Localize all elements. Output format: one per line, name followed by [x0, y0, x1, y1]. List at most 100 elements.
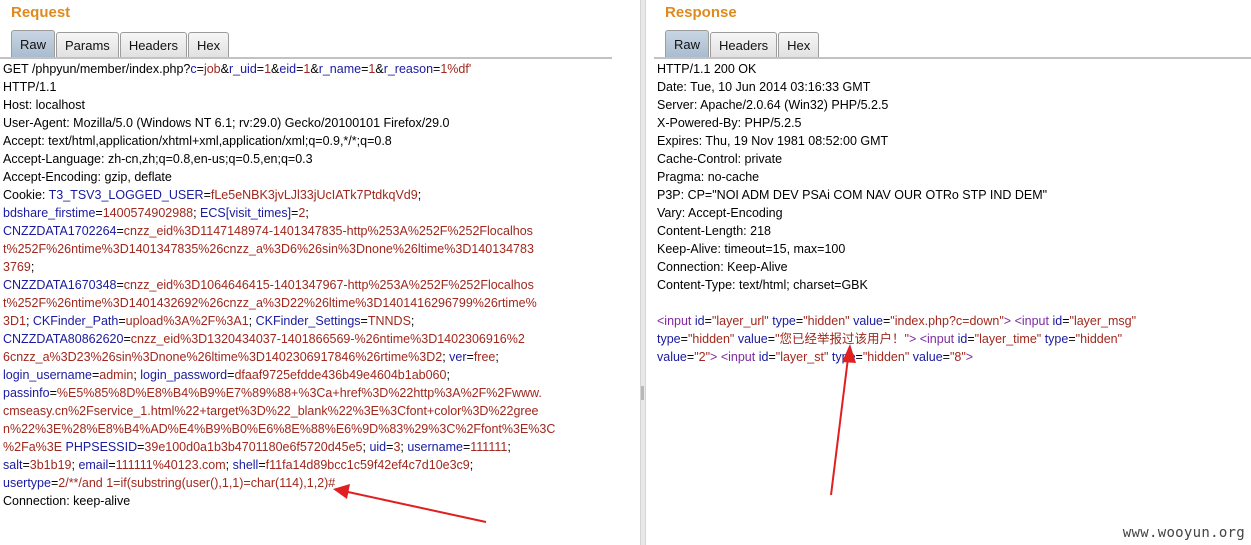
response-tab-underline — [654, 57, 1251, 59]
splitter-bar[interactable] — [640, 0, 646, 545]
request-token: cnzz_eid%3D1147148974-1401347835-http%25… — [123, 224, 533, 238]
response-tab-raw[interactable]: Raw — [665, 30, 710, 57]
request-token: r_reason — [383, 62, 434, 76]
response-line: Connection: Keep-Alive — [657, 258, 1136, 276]
response-token: "8" — [949, 350, 966, 364]
request-token: f11fa14d89bcc1c59f42ef4c7d10e3c9 — [265, 458, 470, 472]
response-token: type — [772, 314, 796, 328]
request-token: = — [123, 332, 131, 346]
request-token: %E5%85%8D%E8%B4%B9%E7%89%88+%3Ca+href%3D… — [56, 386, 542, 400]
response-token: "hidden" — [862, 350, 910, 364]
response-line: Vary: Accept-Encoding — [657, 204, 1136, 222]
request-token: ; — [193, 206, 201, 220]
request-token: upload%3A%2F%3A1 — [125, 314, 249, 328]
response-token: id — [957, 332, 968, 346]
request-token: TNNDS — [367, 314, 411, 328]
response-token: = — [1062, 314, 1070, 328]
response-line: Server: Apache/2.0.64 (Win32) PHP/5.2.5 — [657, 96, 1136, 114]
request-token: = — [116, 224, 124, 238]
request-token: Host: localhost — [3, 98, 85, 112]
response-token: <input — [919, 332, 955, 346]
request-token: r_name — [318, 62, 362, 76]
request-token: job — [203, 62, 221, 76]
response-token: value — [657, 350, 687, 364]
request-tab-raw[interactable]: Raw — [11, 30, 56, 57]
request-token: = — [95, 206, 103, 220]
response-token: Content-Type: text/html; charset=GBK — [657, 278, 868, 292]
request-token: 1%df' — [440, 62, 472, 76]
request-token: CKFinder_Settings — [255, 314, 361, 328]
pane-splitter[interactable] — [612, 0, 654, 545]
response-line: Keep-Alive: timeout=15, max=100 — [657, 240, 1136, 258]
response-token: "您已经举报过该用户！" — [775, 332, 909, 346]
request-token: usertype — [3, 476, 51, 490]
response-token: = — [967, 332, 975, 346]
response-pane: Response Raw Headers Hex HTTP/1.1 200 OK… — [654, 0, 1251, 545]
response-token: "hidden" — [1075, 332, 1123, 346]
response-token: Pragma: no-cache — [657, 170, 760, 184]
request-token: 39e100d0a1b3b4701180e6f5720d45e5 — [144, 440, 363, 454]
response-token: > — [1003, 314, 1012, 328]
request-line: CNZZDATA1702264=cnzz_eid%3D1147148974-14… — [3, 222, 555, 240]
request-token: CNZZDATA1670348 — [3, 278, 117, 292]
request-token: Cookie: — [3, 188, 49, 202]
request-token: eid — [279, 62, 297, 76]
request-token: = — [258, 458, 266, 472]
response-line: X-Powered-By: PHP/5.2.5 — [657, 114, 1136, 132]
request-token: ; — [495, 350, 499, 364]
response-token: id — [694, 314, 705, 328]
request-tabs: Raw Params Headers Hex — [11, 30, 230, 57]
response-line: type="hidden" value="您已经举报过该用户！"> <input… — [657, 330, 1136, 348]
splitter-grip-icon[interactable] — [641, 386, 644, 400]
request-line: Accept-Encoding: gzip, deflate — [3, 168, 555, 186]
response-token: "index.php?c=down" — [890, 314, 1004, 328]
request-token: 111111 — [470, 440, 508, 454]
request-token: ; — [25, 314, 33, 328]
request-tab-headers[interactable]: Headers — [119, 32, 187, 57]
watermark: www.wooyun.org — [1122, 525, 1245, 541]
request-pane: Request Raw Params Headers Hex GET /phpy… — [0, 0, 612, 545]
response-tab-hex[interactable]: Hex — [778, 32, 820, 57]
response-token: = — [768, 350, 776, 364]
request-raw-editor[interactable]: GET /phpyun/member/index.php?c=job&r_uid… — [3, 60, 555, 510]
request-tab-hex[interactable]: Hex — [187, 32, 230, 57]
response-token: Content-Length: 218 — [657, 224, 771, 238]
request-tab-underline — [0, 57, 612, 59]
request-token: ; — [225, 458, 233, 472]
request-token: cmseasy.cn%2Fservice_1.html%22+target%3D… — [3, 404, 539, 418]
request-token: username — [407, 440, 463, 454]
response-token: "hidden" — [687, 332, 735, 346]
request-token: PHPSESSID — [65, 440, 138, 454]
request-token: passinfo — [3, 386, 50, 400]
request-token: cnzz_eid%3D1320434037-1401866569-%26ntim… — [130, 332, 525, 346]
request-token: = — [466, 350, 474, 364]
request-token: bdshare_firstime — [3, 206, 96, 220]
response-token: Expires: Thu, 19 Nov 1981 08:52:00 GMT — [657, 134, 889, 148]
request-token: 1400574902988 — [102, 206, 194, 220]
request-token: uid — [369, 440, 387, 454]
request-token: GET /phpyun/member/index.php? — [3, 62, 191, 76]
request-token: t%252F%26ntime%3D1401347835%26cnzz_a%3D6… — [3, 242, 534, 256]
request-token: 111111%40123.com — [115, 458, 226, 472]
response-token: "layer_msg" — [1069, 314, 1137, 328]
response-token: Cache-Control: private — [657, 152, 783, 166]
request-tab-params[interactable]: Params — [56, 32, 119, 57]
request-token: CNZZDATA1702264 — [3, 224, 117, 238]
request-line: Connection: keep-alive — [3, 492, 555, 510]
request-token: = — [22, 458, 30, 472]
response-token: value — [853, 314, 883, 328]
response-token: Keep-Alive: timeout=15, max=100 — [657, 242, 846, 256]
response-token: HTTP/1.1 200 OK — [657, 62, 757, 76]
request-token: ; — [446, 368, 450, 382]
request-line: usertype=2/**/and 1=if(substring(user(),… — [3, 474, 555, 492]
request-token: User-Agent: Mozilla/5.0 (Windows NT 6.1;… — [3, 116, 450, 130]
response-token: > — [965, 350, 974, 364]
response-raw-viewer[interactable]: HTTP/1.1 200 OK Date: Tue, 10 Jun 2014 03… — [657, 60, 1136, 366]
request-token: = — [108, 458, 116, 472]
request-token: 3769 — [3, 260, 31, 274]
response-token: = — [767, 332, 776, 346]
response-tab-headers[interactable]: Headers — [710, 32, 778, 57]
response-line: Date: Tue, 10 Jun 2014 03:16:33 GMT — [657, 78, 1136, 96]
request-line: %2Fa%3E PHPSESSID=39e100d0a1b3b4701180e6… — [3, 438, 555, 456]
response-token: Connection: Keep-Alive — [657, 260, 788, 274]
